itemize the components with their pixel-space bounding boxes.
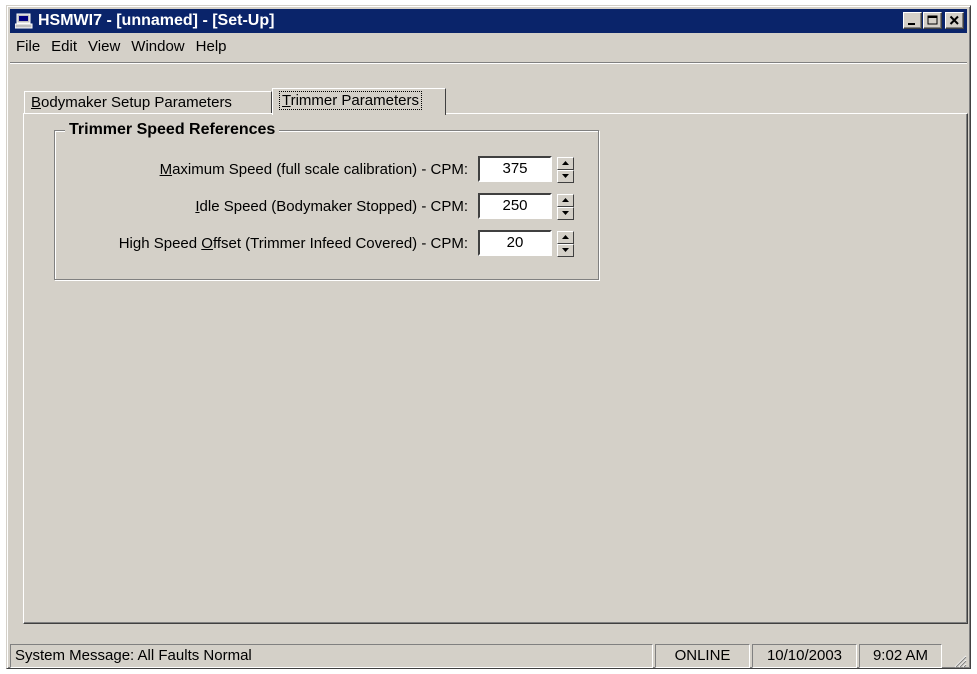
tab-trimmer-parameters[interactable]: Trimmer Parameters — [272, 88, 446, 115]
high-speed-offset-up-button[interactable] — [557, 231, 574, 244]
close-button[interactable] — [945, 12, 964, 29]
arrow-down-icon — [562, 248, 569, 252]
max-speed-row: Maximum Speed (full scale calibration) -… — [55, 156, 600, 184]
tab-trimmer-label: rimmer Parameters — [290, 92, 419, 109]
high-speed-offset-down-button[interactable] — [557, 244, 574, 257]
minimize-button[interactable] — [903, 12, 922, 29]
menu-edit[interactable]: Edit — [46, 34, 82, 60]
max-speed-label: Maximum Speed (full scale calibration) -… — [160, 161, 468, 178]
status-message: System Message: All Faults Normal — [10, 644, 653, 668]
max-speed-label-accel: M — [159, 161, 173, 178]
arrow-down-icon — [562, 211, 569, 215]
minimize-icon — [908, 23, 915, 25]
tab-bodymaker-label: odymaker Setup Parameters — [41, 94, 232, 111]
idle-speed-row: Idle Speed (Bodymaker Stopped) - CPM: 25… — [55, 193, 600, 221]
max-speed-input[interactable]: 375 — [478, 156, 552, 182]
window-title: HSMWI7 - [unnamed] - [Set-Up] — [38, 12, 275, 29]
menu-help[interactable]: Help — [191, 34, 232, 60]
menu-bar: File Edit View Window Help — [10, 34, 967, 60]
tab-bodymaker-setup[interactable]: Bodymaker Setup Parameters — [24, 91, 272, 114]
status-date: 10/10/2003 — [752, 644, 857, 668]
arrow-up-icon — [562, 161, 569, 165]
status-bar: System Message: All Faults Normal ONLINE… — [10, 644, 967, 668]
max-speed-label-text: aximum Speed (full scale calibration) - … — [172, 161, 468, 178]
maximize-icon — [927, 15, 938, 25]
idle-speed-up-button[interactable] — [557, 194, 574, 207]
computer-icon — [14, 13, 33, 29]
idle-speed-input[interactable]: 250 — [478, 193, 552, 219]
high-speed-offset-label-text: ffset (Trimmer Infeed Covered) - CPM: — [212, 235, 468, 252]
group-title: Trimmer Speed References — [65, 121, 280, 139]
high-speed-offset-spinner — [557, 231, 574, 257]
trimmer-parameters-panel: Trimmer Speed References Maximum Speed (… — [23, 113, 968, 624]
menubar-divider — [10, 62, 967, 64]
tab-trimmer-focus: Trimmer Parameters — [279, 91, 422, 110]
tab-bodymaker-accel: B — [31, 94, 42, 111]
status-time: 9:02 AM — [859, 644, 942, 668]
menu-file[interactable]: File — [11, 34, 45, 60]
arrow-up-icon — [562, 198, 569, 202]
max-speed-down-button[interactable] — [557, 170, 574, 183]
status-connection: ONLINE — [655, 644, 750, 668]
idle-speed-label-text: dle Speed (Bodymaker Stopped) - CPM: — [199, 198, 468, 215]
menu-window[interactable]: Window — [126, 34, 189, 60]
high-speed-offset-label-pre: High Speed — [118, 235, 202, 252]
title-bar[interactable]: HSMWI7 - [unnamed] - [Set-Up] — [10, 9, 967, 33]
arrow-down-icon — [562, 174, 569, 178]
max-speed-spinner — [557, 157, 574, 183]
app-window: HSMWI7 - [unnamed] - [Set-Up] File Edit Vi… — [6, 5, 971, 669]
max-speed-up-button[interactable] — [557, 157, 574, 170]
idle-speed-label: Idle Speed (Bodymaker Stopped) - CPM: — [195, 198, 468, 215]
idle-speed-spinner — [557, 194, 574, 220]
tab-trimmer-accel: T — [282, 92, 291, 109]
idle-speed-down-button[interactable] — [557, 207, 574, 220]
high-speed-offset-label-accel: O — [201, 235, 213, 252]
high-speed-offset-row: High Speed Offset (Trimmer Infeed Covere… — [55, 230, 600, 258]
high-speed-offset-input[interactable]: 20 — [478, 230, 552, 256]
close-icon — [949, 15, 959, 25]
menu-view[interactable]: View — [83, 34, 125, 60]
trimmer-speed-references-group: Trimmer Speed References Maximum Speed (… — [54, 121, 600, 280]
high-speed-offset-label: High Speed Offset (Trimmer Infeed Covere… — [119, 235, 468, 252]
maximize-button[interactable] — [923, 12, 942, 29]
window-controls — [902, 12, 964, 36]
arrow-up-icon — [562, 235, 569, 239]
resize-grip-icon[interactable] — [953, 654, 967, 668]
